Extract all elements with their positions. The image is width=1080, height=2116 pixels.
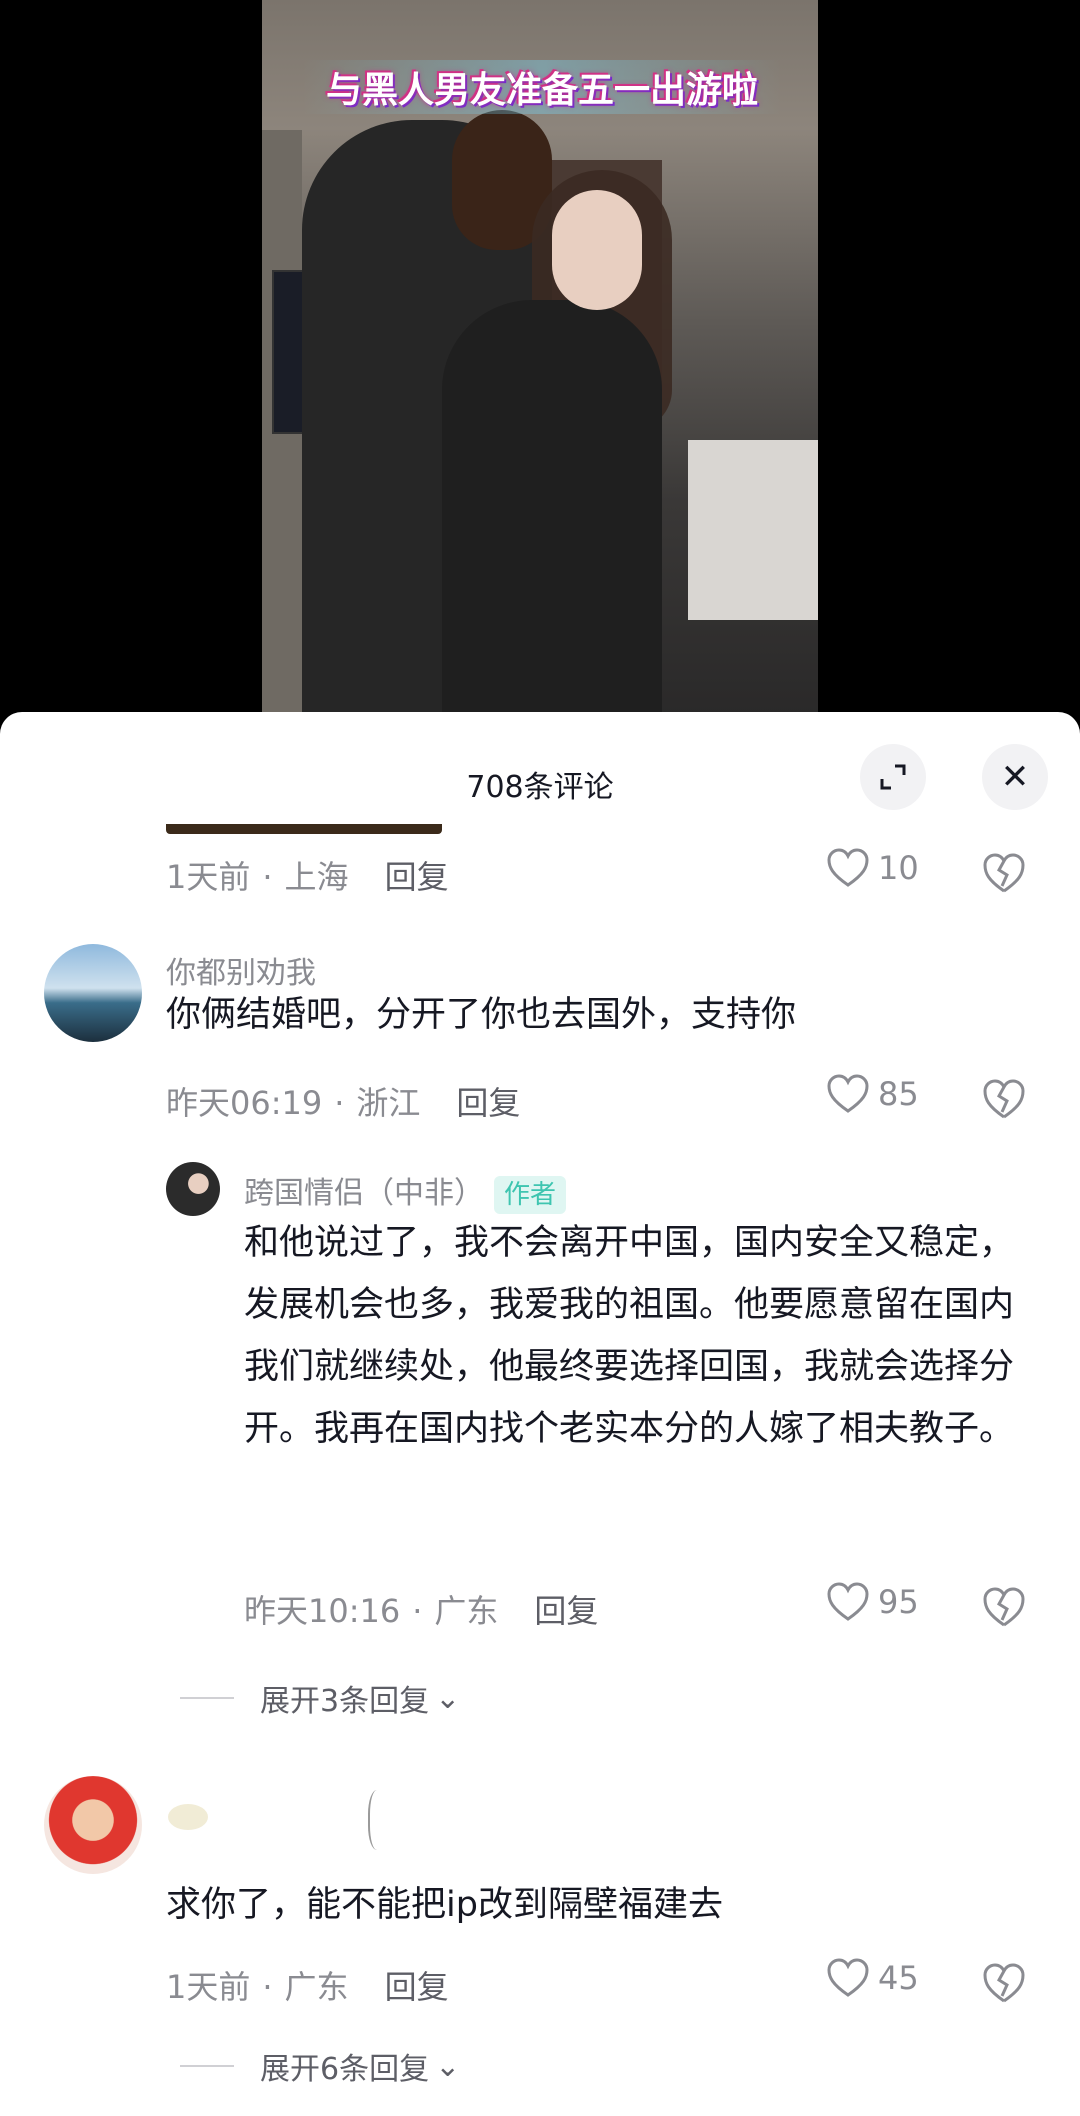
heart-icon xyxy=(827,848,869,887)
avatar[interactable] xyxy=(44,944,142,1042)
comment-time: 昨天06:19 xyxy=(166,1084,323,1122)
separator-dot: · xyxy=(262,858,273,896)
heart-icon xyxy=(827,1958,869,1997)
like-button[interactable]: 10 xyxy=(826,848,919,888)
expand-replies-button[interactable]: 展开6条回复 ⌄ xyxy=(180,2044,460,2088)
video-frame-decor xyxy=(688,440,818,620)
comment-location: 广东 xyxy=(284,1968,349,2006)
expand-icon xyxy=(880,764,906,790)
reply-username[interactable]: 跨国情侣（中非） 作者 xyxy=(244,1168,567,1214)
reply-button[interactable]: 回复 xyxy=(534,1592,598,1630)
like-count: 85 xyxy=(878,1075,919,1113)
expand-replies-label: 展开6条回复 xyxy=(260,2052,430,2087)
comment-location: 上海 xyxy=(284,858,349,896)
reply-button[interactable]: 回复 xyxy=(385,1968,449,2006)
expand-replies-button[interactable]: 展开3条回复 ⌄ xyxy=(180,1676,460,1720)
heart-icon xyxy=(827,1074,869,1113)
separator-dot: · xyxy=(262,1968,273,2006)
reply-location: 广东 xyxy=(434,1592,499,1630)
like-button[interactable]: 85 xyxy=(826,1074,919,1114)
broken-heart-icon[interactable] xyxy=(982,852,1026,894)
video-caption: 与黑人男友准备五一出游啦 xyxy=(302,60,782,114)
cropped-content xyxy=(166,824,442,834)
reply-button[interactable]: 回复 xyxy=(385,858,449,896)
avatar[interactable] xyxy=(166,1162,220,1216)
separator-dot: · xyxy=(412,1592,423,1630)
reply-username-text: 跨国情侣（中非） xyxy=(244,1176,484,1211)
heart-icon xyxy=(827,1582,869,1621)
comment-text: 求你了，能不能把ip改到隔壁福建去 xyxy=(166,1885,723,1925)
reply-meta: 昨天10:16 · 广东 回复 xyxy=(244,1586,598,1632)
like-count: 95 xyxy=(878,1583,919,1621)
divider-line xyxy=(180,2065,234,2067)
comment-time: 1天前 xyxy=(166,1968,251,2006)
comment-sheet: 708条评论 ✕ 1天前 · 上海 回复 10 你都别劝我 你俩结婚吧，分开了你也去国… xyxy=(0,712,1080,2116)
expand-replies-label: 展开3条回复 xyxy=(260,1684,430,1719)
expand-button[interactable] xyxy=(860,744,926,810)
comment-sheet-header: 708条评论 ✕ xyxy=(0,712,1080,848)
comment-meta: 昨天06:19 · 浙江 回复 xyxy=(166,1078,520,1124)
comment-text: 你俩结婚吧，分开了你也去国外，支持你 xyxy=(166,995,797,1035)
close-button[interactable]: ✕ xyxy=(982,744,1048,810)
comment-meta: 1天前 · 上海 回复 xyxy=(166,852,449,898)
close-icon: ✕ xyxy=(1000,757,1030,797)
separator-dot: · xyxy=(334,1084,345,1122)
username-image xyxy=(168,1804,208,1830)
comment-location: 浙江 xyxy=(356,1084,421,1122)
chevron-down-icon: ⌄ xyxy=(435,1680,461,1716)
author-badge: 作者 xyxy=(494,1176,567,1214)
broken-heart-icon[interactable] xyxy=(982,1962,1026,2004)
divider-line xyxy=(180,1697,234,1699)
like-count: 45 xyxy=(878,1959,919,1997)
broken-heart-icon[interactable] xyxy=(982,1078,1026,1120)
reply-time: 昨天10:16 xyxy=(244,1592,401,1630)
like-button[interactable]: 45 xyxy=(826,1958,919,1998)
avatar[interactable] xyxy=(44,1776,142,1874)
video-person-woman xyxy=(442,300,662,716)
comment-meta: 1天前 · 广东 回复 xyxy=(166,1962,449,2008)
broken-heart-icon[interactable] xyxy=(982,1586,1026,1628)
username-image xyxy=(368,1790,390,1850)
comment-time: 1天前 xyxy=(166,858,251,896)
like-count: 10 xyxy=(878,849,919,887)
video-person-woman-head xyxy=(552,190,642,310)
like-button[interactable]: 95 xyxy=(826,1582,919,1622)
reply-button[interactable]: 回复 xyxy=(456,1084,520,1122)
chevron-down-icon: ⌄ xyxy=(435,2048,461,2084)
reply-text: 和他说过了，我不会离开中国，国内安全又稳定，发展机会也多，我爱我的祖国。他要愿意… xyxy=(244,1223,1015,1449)
video-player[interactable]: 与黑人男友准备五一出游啦 xyxy=(262,0,818,716)
